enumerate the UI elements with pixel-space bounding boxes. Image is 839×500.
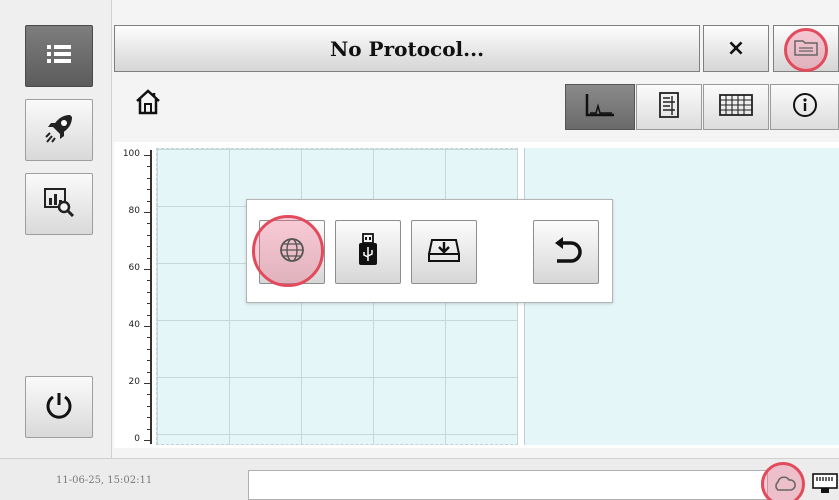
y-axis — [150, 150, 152, 444]
timestamp: 11-06-25, 15:02:11 — [56, 475, 153, 486]
close-icon: × — [726, 36, 746, 61]
y-tick — [144, 269, 151, 270]
y-minor-tick — [147, 429, 151, 430]
y-tick — [144, 212, 151, 213]
export-popup — [246, 199, 613, 303]
y-tick-label: 80 — [128, 206, 140, 216]
tab-info[interactable] — [770, 84, 839, 130]
rocket-icon — [42, 111, 76, 149]
analysis-icon — [43, 187, 75, 221]
message-box — [248, 470, 768, 500]
back-button[interactable] — [533, 220, 599, 284]
y-minor-tick — [147, 303, 151, 304]
y-minor-tick — [147, 201, 151, 202]
usb-export-button[interactable] — [335, 220, 401, 284]
y-minor-tick — [147, 258, 151, 259]
y-minor-tick — [147, 406, 151, 407]
save-drive-icon — [427, 236, 461, 268]
tab-chart-view[interactable] — [565, 84, 635, 130]
y-tick — [144, 440, 151, 441]
usb-icon — [357, 233, 379, 271]
info-icon — [792, 92, 818, 122]
cloud-icon[interactable] — [772, 474, 796, 498]
protocol-title-bar[interactable]: No Protocol... — [114, 25, 700, 72]
protocol-title: No Protocol... — [329, 36, 485, 61]
folder-icon — [794, 37, 818, 61]
y-minor-tick — [147, 166, 151, 167]
y-minor-tick — [147, 315, 151, 316]
y-minor-tick — [147, 246, 151, 247]
y-minor-tick — [147, 223, 151, 224]
y-tick-label: 20 — [128, 377, 140, 387]
y-tick-label: 60 — [128, 263, 140, 273]
y-minor-tick — [147, 292, 151, 293]
list-icon — [46, 43, 72, 69]
save-drive-button[interactable] — [411, 220, 477, 284]
home-button[interactable] — [130, 86, 166, 122]
data-view-icon — [658, 91, 680, 123]
y-minor-tick — [147, 349, 151, 350]
y-minor-tick — [147, 178, 151, 179]
y-minor-tick — [147, 235, 151, 236]
home-icon — [134, 88, 162, 120]
close-button[interactable]: × — [703, 25, 769, 72]
table-view-icon — [719, 94, 753, 120]
y-minor-tick — [147, 372, 151, 373]
power-icon — [44, 390, 74, 424]
y-tick-label: 40 — [128, 320, 140, 330]
power-button[interactable] — [25, 376, 93, 438]
tab-table-view[interactable] — [703, 84, 769, 130]
y-minor-tick — [147, 337, 151, 338]
y-minor-tick — [147, 189, 151, 190]
open-folder-button[interactable] — [773, 25, 839, 72]
run-rocket-button[interactable] — [25, 99, 93, 161]
ethernet-icon[interactable] — [811, 472, 839, 498]
chart-view-icon — [584, 92, 616, 122]
tab-data-view[interactable] — [636, 84, 702, 130]
y-tick-label: 100 — [122, 149, 140, 159]
back-icon — [549, 235, 583, 269]
y-tick-label: 0 — [134, 434, 140, 444]
y-minor-tick — [147, 417, 151, 418]
y-tick — [144, 155, 151, 156]
y-tick — [144, 326, 151, 327]
y-tick — [144, 383, 151, 384]
y-minor-tick — [147, 360, 151, 361]
y-minor-tick — [147, 280, 151, 281]
network-export-button[interactable] — [252, 215, 325, 287]
analysis-button[interactable] — [25, 173, 93, 235]
y-minor-tick — [147, 394, 151, 395]
menu-list-button[interactable] — [25, 25, 93, 87]
network-icon — [277, 235, 307, 269]
